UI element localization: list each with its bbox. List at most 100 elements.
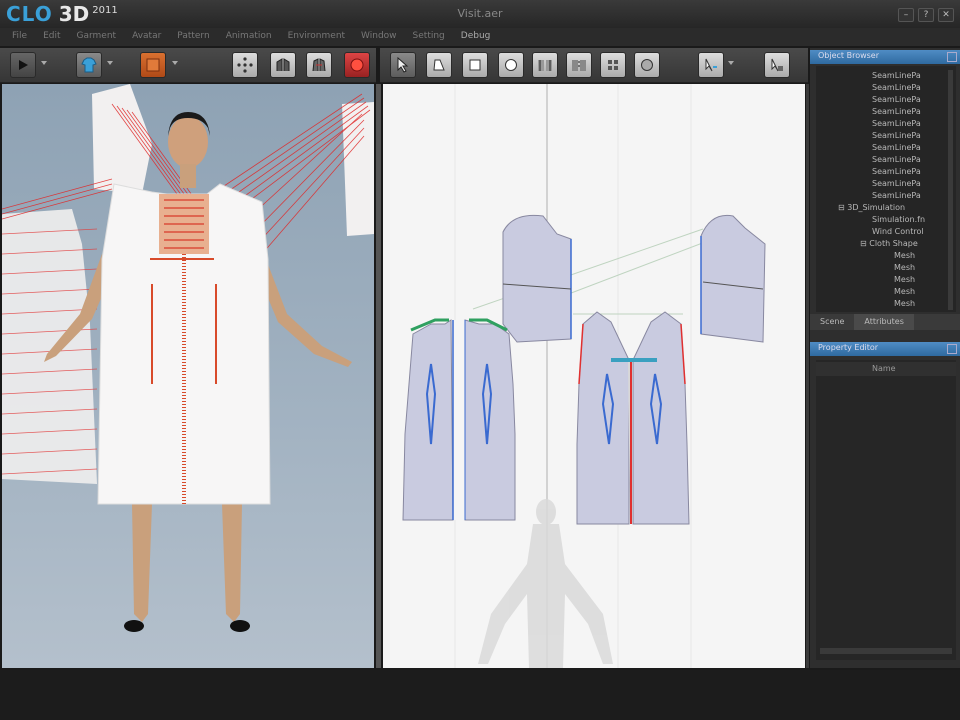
tree-item[interactable]: SeamLinePa: [872, 178, 921, 190]
avatar-scene[interactable]: [2, 84, 374, 668]
tree-item[interactable]: SeamLinePa: [872, 118, 921, 130]
property-scrollbar[interactable]: [820, 648, 952, 654]
tree-item[interactable]: SeamLinePa: [872, 130, 921, 142]
tree-leaves: Mesh Mesh Mesh Mesh Mesh: [894, 250, 915, 310]
circle-icon: [505, 59, 517, 71]
polygon-button[interactable]: [426, 52, 452, 78]
free-sewing-button[interactable]: [566, 52, 592, 78]
internal-shape-button[interactable]: [634, 52, 660, 78]
object-browser-header: Object Browser: [810, 50, 960, 64]
fold-icon: [276, 58, 290, 71]
chevron-down-icon[interactable]: [107, 61, 113, 65]
viewport-3d[interactable]: [2, 84, 374, 668]
tree-item[interactable]: Wind Control: [872, 226, 924, 238]
texture-button[interactable]: [140, 52, 166, 78]
tack-button[interactable]: [306, 52, 332, 78]
property-row[interactable]: Name: [816, 362, 956, 376]
chevron-down-icon[interactable]: [728, 61, 734, 65]
tree-item[interactable]: Mesh: [894, 250, 915, 262]
seam-free-icon: [572, 60, 586, 71]
minimize-icon: –: [903, 10, 909, 20]
menu-garment[interactable]: Garment: [69, 28, 125, 46]
property-editor-header: Property Editor: [810, 342, 960, 356]
fold-button[interactable]: [270, 52, 296, 78]
seam-icon: [538, 60, 552, 71]
notch-button[interactable]: [764, 52, 790, 78]
tree-item-label: Cloth Shape: [869, 239, 918, 248]
simulate-button[interactable]: [10, 52, 36, 78]
menu-bar: File Edit Garment Avatar Pattern Animati…: [0, 28, 960, 46]
points-button[interactable]: [232, 52, 258, 78]
help-button[interactable]: ?: [918, 8, 934, 22]
record-icon: [350, 58, 364, 72]
tree-item[interactable]: Simulation.fn: [872, 214, 925, 226]
object-tree[interactable]: SeamLinePa SeamLinePa SeamLinePa SeamLin…: [816, 66, 956, 312]
polygon-icon: [433, 59, 445, 71]
edit-sewing-button[interactable]: [698, 52, 724, 78]
circle-button[interactable]: [498, 52, 524, 78]
chevron-down-icon[interactable]: [41, 61, 47, 65]
record-button[interactable]: [344, 52, 370, 78]
property-label: Name: [872, 364, 896, 373]
tree-item[interactable]: SeamLinePa: [872, 106, 921, 118]
object-browser-title: Object Browser: [818, 51, 880, 60]
tree-item[interactable]: Mesh: [894, 286, 915, 298]
help-icon: ?: [923, 10, 929, 20]
menu-environment[interactable]: Environment: [280, 28, 353, 46]
cursor-icon: [397, 57, 409, 73]
menu-pattern[interactable]: Pattern: [169, 28, 217, 46]
tree-item[interactable]: SeamLinePa: [872, 154, 921, 166]
app-logo: CLO 3D 2011: [6, 2, 118, 26]
menu-file[interactable]: File: [4, 28, 35, 46]
tree-item[interactable]: ⊟ Cloth Shape: [860, 238, 918, 250]
tree-item[interactable]: SeamLinePa: [872, 94, 921, 106]
tack-icon: [312, 58, 326, 72]
logo-text: CLO: [6, 2, 53, 26]
panel-close-icon[interactable]: [947, 52, 957, 62]
pin-button[interactable]: [600, 52, 626, 78]
menu-setting[interactable]: Setting: [405, 28, 453, 46]
property-editor-title: Property Editor: [818, 343, 879, 352]
tree-item[interactable]: Mesh: [894, 274, 915, 286]
menu-debug[interactable]: Debug: [453, 28, 499, 46]
toolbar-2d: [380, 48, 808, 83]
tree-item[interactable]: Mesh: [894, 262, 915, 274]
tree-group[interactable]: ⊟ 3D_Simulation: [838, 202, 905, 214]
logo-year: 2011: [92, 5, 118, 16]
viewport-2d[interactable]: [383, 84, 805, 668]
expand-icon[interactable]: ⊟: [860, 239, 869, 248]
tree-item[interactable]: SeamLinePa: [872, 190, 921, 202]
close-icon: ✕: [942, 10, 950, 20]
tree-scrollbar[interactable]: [948, 70, 953, 310]
menu-animation[interactable]: Animation: [218, 28, 280, 46]
tab-attributes[interactable]: Attributes: [854, 314, 914, 330]
segment-sewing-button[interactable]: [532, 52, 558, 78]
tree-item[interactable]: Mesh: [894, 298, 915, 310]
window-title: Visit.aer: [457, 7, 503, 20]
menu-edit[interactable]: Edit: [35, 28, 68, 46]
chevron-down-icon[interactable]: [172, 61, 178, 65]
tree-item[interactable]: SeamLinePa: [872, 166, 921, 178]
viewport-splitter[interactable]: [376, 84, 381, 668]
panel-tabs: Scene Attributes: [810, 314, 960, 330]
status-bar: [0, 670, 960, 720]
tab-scene[interactable]: Scene: [810, 314, 854, 330]
tree-item[interactable]: SeamLinePa: [872, 142, 921, 154]
rectangle-button[interactable]: [462, 52, 488, 78]
object-browser-panel: Object Browser SeamLinePa SeamLinePa Sea…: [810, 48, 960, 668]
garment-button[interactable]: [76, 52, 102, 78]
close-button[interactable]: ✕: [938, 8, 954, 22]
panel-splitter[interactable]: [806, 84, 809, 668]
select-button[interactable]: [390, 52, 416, 78]
expand-icon[interactable]: ⊟: [838, 203, 847, 212]
edit-sewing-icon: [705, 58, 717, 72]
menu-avatar[interactable]: Avatar: [124, 28, 169, 46]
panel-close-icon[interactable]: [947, 344, 957, 354]
rectangle-icon: [469, 59, 481, 71]
pattern-canvas[interactable]: [383, 84, 805, 668]
play-icon: [19, 60, 28, 70]
tree-item[interactable]: SeamLinePa: [872, 82, 921, 94]
tree-item[interactable]: SeamLinePa: [872, 70, 921, 82]
minimize-button[interactable]: –: [898, 8, 914, 22]
menu-window[interactable]: Window: [353, 28, 405, 46]
